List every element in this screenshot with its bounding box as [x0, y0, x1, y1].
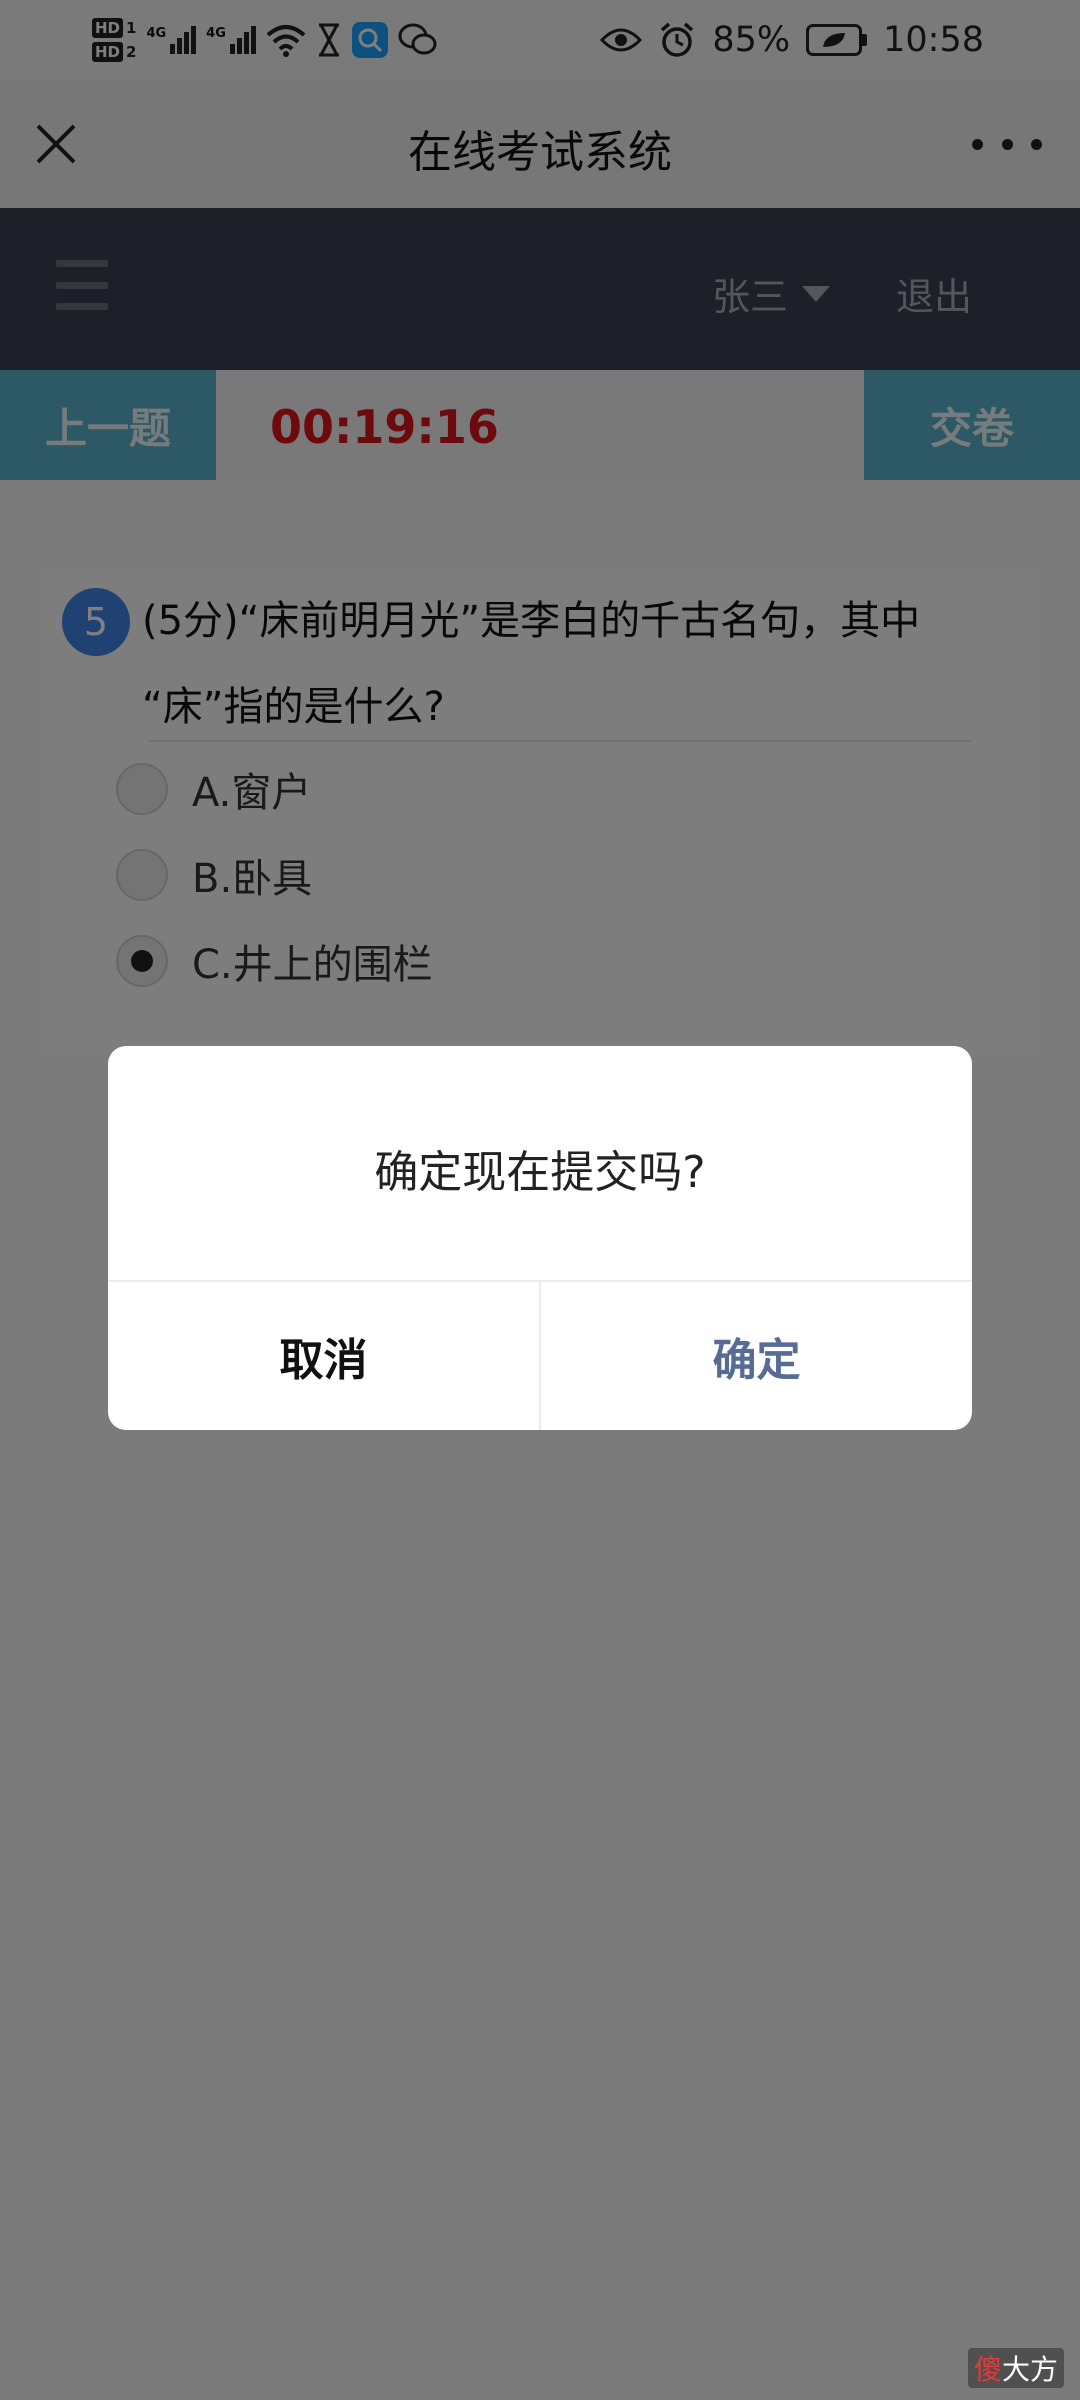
- cancel-button[interactable]: 取消: [108, 1282, 539, 1430]
- dialog-message: 确定现在提交吗?: [374, 1147, 706, 1198]
- watermark-first: 傻: [973, 2353, 1002, 2386]
- confirm-dialog: 确定现在提交吗? 取消 确定: [108, 1046, 972, 1430]
- watermark-rest: 大方: [1001, 2353, 1058, 2386]
- confirm-button[interactable]: 确定: [541, 1282, 972, 1430]
- watermark: 傻大方: [967, 2348, 1064, 2388]
